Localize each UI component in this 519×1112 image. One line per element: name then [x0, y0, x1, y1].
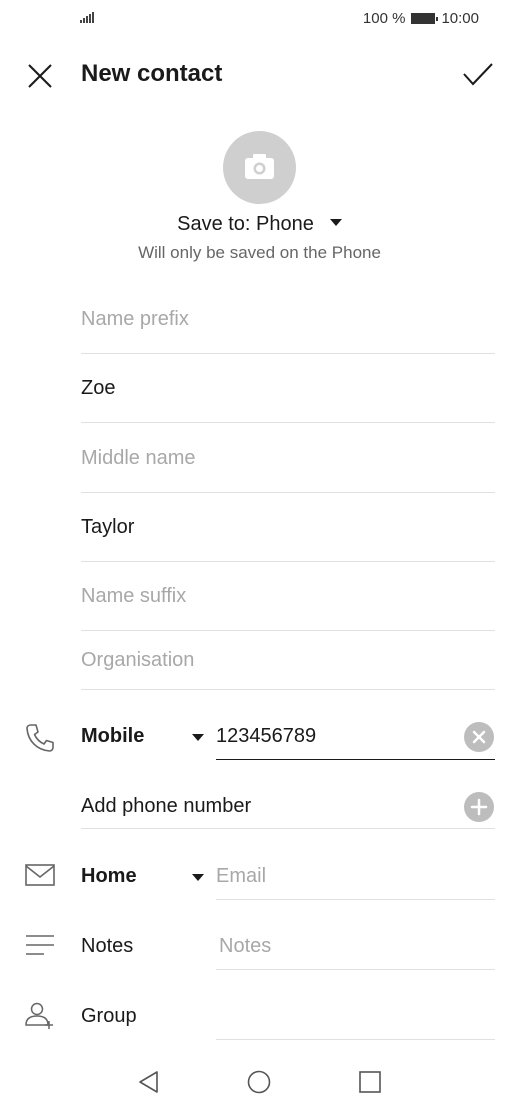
home-circle-icon [247, 1070, 271, 1094]
surname-input[interactable] [81, 493, 495, 561]
navigation-bar [0, 1050, 519, 1112]
group-icon [24, 1001, 56, 1033]
recents-nav-button[interactable] [358, 1070, 382, 1094]
name-suffix-input[interactable] [81, 562, 495, 630]
close-button[interactable] [26, 62, 54, 90]
group-label[interactable]: Group [81, 1005, 137, 1028]
email-type-label[interactable]: Home [81, 865, 137, 888]
save-button[interactable] [462, 60, 494, 88]
add-phone-button[interactable] [464, 792, 494, 822]
name-prefix-input[interactable] [81, 285, 495, 353]
email-icon [24, 862, 56, 894]
battery-icon [411, 13, 439, 24]
surname-field[interactable] [81, 493, 495, 562]
email-type-dropdown-icon[interactable] [192, 874, 204, 881]
notes-label: Notes [81, 935, 134, 957]
email-input[interactable] [216, 865, 486, 888]
notes-icon [24, 932, 56, 964]
status-right: 100 % 10:00 [363, 10, 479, 27]
camera-icon [245, 154, 274, 179]
phone-icon [24, 722, 56, 754]
save-to-label: Save to: Phone [177, 213, 314, 235]
page-title: New contact [81, 60, 223, 87]
dropdown-arrow-icon [329, 219, 342, 227]
name-suffix-field[interactable] [81, 562, 495, 631]
first-name-input[interactable] [81, 354, 495, 422]
phone-number-input[interactable] [216, 725, 446, 748]
save-to-subtitle: Will only be saved on the Phone [138, 243, 381, 262]
name-prefix-field[interactable] [81, 285, 495, 354]
middle-name-input[interactable] [81, 424, 495, 492]
organisation-field[interactable] [81, 632, 495, 690]
avatar-photo-button[interactable] [223, 131, 296, 204]
recents-square-icon [359, 1071, 381, 1093]
group-field[interactable] [216, 992, 495, 1040]
middle-name-field[interactable] [81, 424, 495, 493]
save-to-dropdown[interactable]: Save to: Phone [0, 213, 519, 236]
add-phone-label: Add phone number [81, 795, 252, 817]
battery-percent: 100 % [362, 10, 406, 27]
clear-icon [472, 730, 486, 744]
close-icon [28, 64, 52, 88]
home-nav-button[interactable] [247, 1070, 271, 1094]
signal-icon [80, 12, 94, 23]
checkmark-icon [463, 63, 493, 86]
status-bar: 100 % 10:00 [0, 0, 519, 38]
phone-type-label[interactable]: Mobile [81, 725, 144, 748]
back-nav-button[interactable] [137, 1070, 161, 1094]
notes-field[interactable] [216, 922, 495, 970]
plus-icon [470, 798, 488, 816]
organisation-input[interactable] [81, 632, 495, 689]
email-field[interactable] [216, 852, 495, 900]
clock: 10:00 [441, 10, 479, 27]
back-triangle-icon [139, 1071, 158, 1093]
phone-number-field[interactable] [216, 712, 495, 760]
notes-input[interactable] [219, 935, 489, 958]
first-name-field[interactable] [81, 354, 495, 423]
phone-type-dropdown-icon[interactable] [192, 734, 204, 741]
clear-phone-button[interactable] [464, 722, 494, 752]
add-phone-row[interactable]: Add phone number [81, 771, 495, 829]
